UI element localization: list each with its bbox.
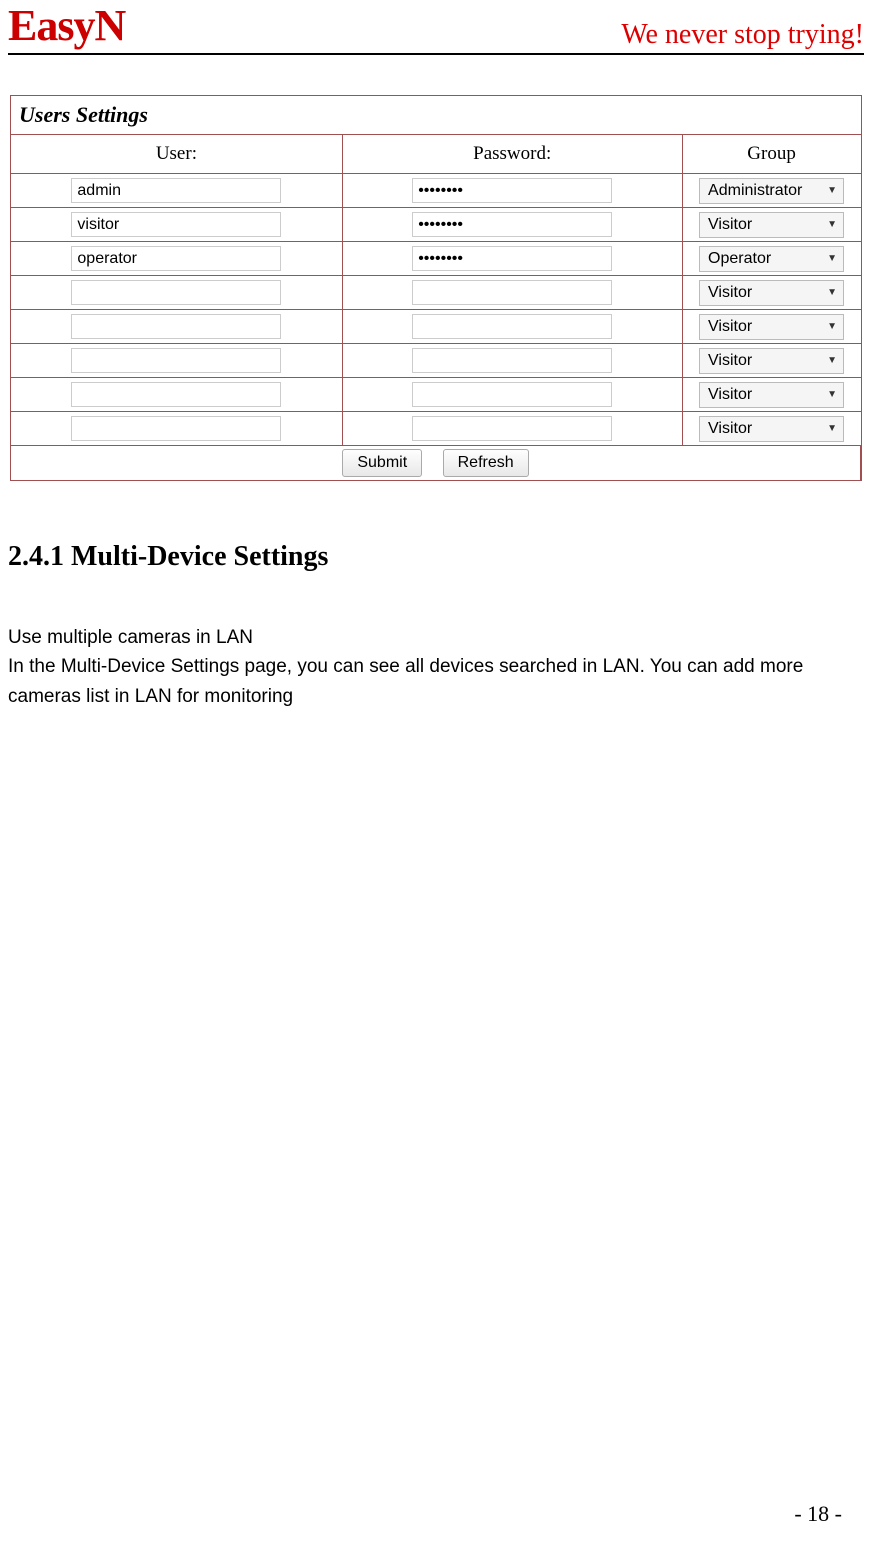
- password-input[interactable]: [412, 212, 612, 237]
- table-row: Visitor ▼: [11, 378, 861, 412]
- group-select-value: Visitor: [708, 420, 752, 438]
- chevron-down-icon: ▼: [827, 389, 837, 400]
- col-group: Group: [682, 135, 860, 174]
- table-row: Operator ▼: [11, 242, 861, 276]
- table-row: Visitor ▼: [11, 276, 861, 310]
- table-row: Visitor ▼: [11, 208, 861, 242]
- button-row: Submit Refresh: [11, 446, 861, 481]
- body-paragraph-2: In the Multi-Device Settings page, you c…: [8, 652, 864, 711]
- group-select-value: Operator: [708, 250, 771, 268]
- user-input[interactable]: [71, 178, 281, 203]
- group-select[interactable]: Visitor ▼: [699, 348, 844, 374]
- panel-title: Users Settings: [11, 96, 861, 135]
- user-input[interactable]: [71, 416, 281, 441]
- page-number: - 18 -: [794, 1501, 842, 1527]
- group-select-value: Administrator: [708, 182, 802, 200]
- password-input[interactable]: [412, 416, 612, 441]
- group-select[interactable]: Visitor ▼: [699, 382, 844, 408]
- user-input[interactable]: [71, 246, 281, 271]
- group-select-value: Visitor: [708, 386, 752, 404]
- group-select-value: Visitor: [708, 352, 752, 370]
- password-input[interactable]: [412, 314, 612, 339]
- group-select[interactable]: Visitor ▼: [699, 314, 844, 340]
- users-settings-panel: Users Settings User: Password: Group Adm…: [10, 95, 862, 481]
- brand-tagline: We never stop trying!: [621, 19, 864, 51]
- chevron-down-icon: ▼: [827, 355, 837, 366]
- chevron-down-icon: ▼: [827, 253, 837, 264]
- group-select[interactable]: Visitor ▼: [699, 280, 844, 306]
- group-select[interactable]: Visitor ▼: [699, 416, 844, 442]
- users-table: User: Password: Group Administrator ▼ Vis…: [11, 135, 861, 480]
- group-select-value: Visitor: [708, 284, 752, 302]
- group-select[interactable]: Visitor ▼: [699, 212, 844, 238]
- body-paragraph-1: Use multiple cameras in LAN: [8, 623, 864, 652]
- chevron-down-icon: ▼: [827, 287, 837, 298]
- group-select[interactable]: Administrator ▼: [699, 178, 844, 204]
- table-row: Visitor ▼: [11, 412, 861, 446]
- password-input[interactable]: [412, 348, 612, 373]
- submit-button[interactable]: Submit: [342, 449, 422, 477]
- col-user: User:: [11, 135, 342, 174]
- table-row: Visitor ▼: [11, 310, 861, 344]
- table-row: Visitor ▼: [11, 344, 861, 378]
- chevron-down-icon: ▼: [827, 423, 837, 434]
- password-input[interactable]: [412, 178, 612, 203]
- user-input[interactable]: [71, 348, 281, 373]
- chevron-down-icon: ▼: [827, 219, 837, 230]
- password-input[interactable]: [412, 280, 612, 305]
- user-input[interactable]: [71, 314, 281, 339]
- chevron-down-icon: ▼: [827, 321, 837, 332]
- table-row: Administrator ▼: [11, 174, 861, 208]
- password-input[interactable]: [412, 382, 612, 407]
- password-input[interactable]: [412, 246, 612, 271]
- group-select-value: Visitor: [708, 216, 752, 234]
- chevron-down-icon: ▼: [827, 185, 837, 196]
- group-select[interactable]: Operator ▼: [699, 246, 844, 272]
- user-input[interactable]: [71, 382, 281, 407]
- group-select-value: Visitor: [708, 318, 752, 336]
- user-input[interactable]: [71, 280, 281, 305]
- brand-logo: EasyN: [8, 0, 125, 51]
- col-password: Password:: [342, 135, 682, 174]
- page-header: EasyN We never stop trying!: [8, 0, 864, 55]
- user-input[interactable]: [71, 212, 281, 237]
- section-heading: 2.4.1 Multi-Device Settings: [8, 541, 864, 573]
- refresh-button[interactable]: Refresh: [443, 449, 529, 477]
